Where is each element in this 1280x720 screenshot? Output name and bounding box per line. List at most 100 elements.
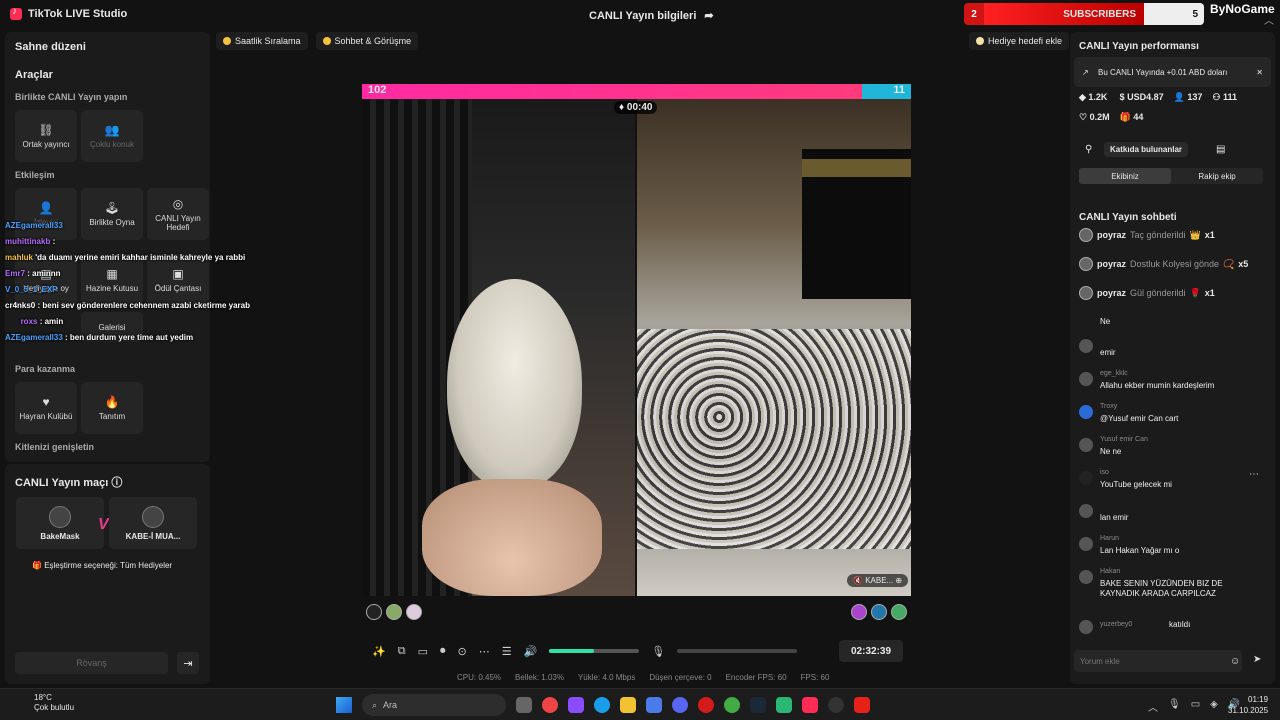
mail-icon[interactable] xyxy=(646,697,662,713)
add-source-icon[interactable]: ⧉ xyxy=(398,645,406,658)
perf-title: CANLI Yayın performansı xyxy=(1079,41,1199,52)
co-host-tool[interactable]: ⛓ Ortak yayıncı xyxy=(15,110,77,162)
teams-icon[interactable] xyxy=(568,697,584,713)
youtube-icon[interactable] xyxy=(854,697,870,713)
overlay-user: cr4nks0 xyxy=(5,301,36,310)
add-gift-goal-button[interactable]: Hediye hedefi ekle xyxy=(969,32,1070,50)
perf-stats: ◆ 1.2K $ USD4.87 👤 137 ⚇ 111 ♡ 0.2M 🎁 44 xyxy=(1079,92,1237,123)
volume-slider[interactable] xyxy=(549,649,640,653)
overlay-text: amin xyxy=(44,317,64,326)
avatar[interactable] xyxy=(406,604,422,620)
magic-wand-icon[interactable]: ✨ xyxy=(372,645,386,658)
avatar[interactable] xyxy=(891,604,907,620)
settings-sliders-icon[interactable]: ☰ xyxy=(502,645,512,658)
window-controls[interactable]: ︿ xyxy=(1264,12,1274,27)
message-text: Lan Hakan Yağar mı o xyxy=(1100,546,1180,555)
kaaba xyxy=(802,149,911,299)
stat-followers: ⚇ 111 xyxy=(1212,92,1237,102)
stat-value: 1.2K xyxy=(1088,92,1108,102)
taskbar-search[interactable]: ⌕ Ara xyxy=(362,694,506,716)
share-icon[interactable]: ➦ xyxy=(704,9,713,22)
send-icon[interactable]: ➤ xyxy=(1253,654,1261,665)
emoji-icon[interactable]: ☺ xyxy=(1230,656,1240,667)
avatar xyxy=(49,505,71,528)
discord-icon[interactable] xyxy=(672,697,688,713)
windows-start-icon[interactable] xyxy=(336,697,352,713)
tab-rival-team[interactable]: Rakip ekip xyxy=(1171,168,1263,184)
overlay-text: ben durdum yere time aut yedim xyxy=(69,333,194,342)
overlay-user: AZEgamerall33 xyxy=(5,221,63,230)
gift-user: poyraz xyxy=(1097,288,1127,298)
avatar[interactable] xyxy=(871,604,887,620)
window-title[interactable]: CANLI Yayın bilgileri ➦ xyxy=(589,9,714,23)
opponent-tag[interactable]: 🔇 KABE... ⊕ xyxy=(847,574,909,587)
taskbar-clock[interactable]: 01:19 31.10.2025 xyxy=(1228,694,1268,716)
earn-text: Bu CANLI Yayında +0.01 ABD doları xyxy=(1098,67,1228,77)
player-left-card[interactable]: BakeMask xyxy=(16,497,104,549)
crown-icon: 👑 xyxy=(1189,229,1201,240)
comment-input[interactable]: Yorum ekle xyxy=(1074,650,1242,672)
mic-icon[interactable]: 🎙 xyxy=(651,645,665,658)
chrome-icon[interactable] xyxy=(542,697,558,713)
volume-fill xyxy=(549,649,595,653)
obs-icon[interactable] xyxy=(828,697,844,713)
gift-count: x1 xyxy=(1204,288,1215,298)
match-option[interactable]: 🎁 Eşleştirme seçeneği: Tüm Hediyeler xyxy=(32,561,172,570)
gift-message: poyraz Taç gönderildi 👑 x1 xyxy=(1079,228,1215,242)
tab-your-team[interactable]: Ekibiniz xyxy=(1079,168,1171,184)
list-icon[interactable]: ▤ xyxy=(1216,144,1225,155)
overlay-user: roxs xyxy=(20,317,38,326)
chat-icon xyxy=(322,37,331,45)
avatar[interactable] xyxy=(366,604,382,620)
match-option-text: Eşleştirme seçeneği: Tüm Hediyeler xyxy=(44,561,173,570)
left-top-gifters xyxy=(366,604,422,620)
mic-tray-icon[interactable]: 🎙 xyxy=(1168,699,1181,714)
hourly-ranking-chip[interactable]: Saatlik Sıralama xyxy=(216,32,308,50)
overlay-msg: mahluk 'da duamı yerine emiri kahhar ism… xyxy=(5,250,280,266)
display-icon[interactable]: ▭ xyxy=(1191,699,1200,714)
exit-icon[interactable]: ⇥ xyxy=(177,652,199,674)
chip-label: Sohbet & Görüşme xyxy=(334,36,412,46)
player-right-card[interactable]: KABE-İ MUA... xyxy=(109,497,197,549)
player-name: BakeMask xyxy=(40,531,80,541)
multi-guest-tool[interactable]: 👥 Çoklu konuk xyxy=(81,110,143,162)
capture-icon[interactable]: ⊙ xyxy=(457,645,466,658)
overlay-msg: V_0_5_1_EXP xyxy=(5,282,280,298)
trophy-icon xyxy=(223,37,231,45)
chevron-up-icon[interactable]: ︿ xyxy=(1148,699,1158,714)
fan-club-tool[interactable]: ♥ Hayran Kulübü xyxy=(15,382,77,434)
more-icon[interactable]: ⋯ xyxy=(479,645,490,658)
opponent-video xyxy=(637,99,911,596)
contributors-button[interactable]: Katkıda bulunanlar xyxy=(1104,142,1189,157)
opera-icon[interactable] xyxy=(698,697,714,713)
layout-icon[interactable]: ▭ xyxy=(418,645,428,658)
promote-tool[interactable]: 🔥 Tanıtım xyxy=(81,382,143,434)
help-icon[interactable]: ⓘ xyxy=(111,477,122,489)
overlay-user: V_0_5_1_EXP xyxy=(5,285,58,294)
chrome-alt-icon[interactable] xyxy=(724,697,740,713)
avatar xyxy=(1079,537,1093,551)
speaker-icon[interactable]: 🔊 xyxy=(524,645,538,658)
score-left: 102 xyxy=(362,84,862,99)
message-text: katıldı xyxy=(1169,620,1191,629)
avatar[interactable] xyxy=(386,604,402,620)
edge-icon[interactable] xyxy=(594,697,610,713)
file-explorer-icon[interactable] xyxy=(620,697,636,713)
chat-call-chip[interactable]: Sohbet & Görüşme xyxy=(315,32,419,50)
weather-widget[interactable]: 18°C Çok bulutlu xyxy=(12,693,74,713)
avatar xyxy=(1079,471,1093,485)
network-icon[interactable]: ◈ xyxy=(1210,699,1218,714)
whatsapp-icon[interactable] xyxy=(776,697,792,713)
mic-level-slider[interactable] xyxy=(677,649,798,653)
tiktok-icon[interactable] xyxy=(802,697,818,713)
close-icon[interactable]: ✕ xyxy=(1256,68,1263,77)
task-view-icon[interactable] xyxy=(516,697,532,713)
record-icon[interactable]: ⏺ xyxy=(440,645,446,658)
more-options-icon[interactable]: ⋯ xyxy=(1249,469,1259,480)
rose-icon: 🌹 xyxy=(1189,287,1201,298)
avatar[interactable] xyxy=(851,604,867,620)
message-text: @Yusuf emir Can cart xyxy=(1100,414,1179,423)
rematch-button[interactable]: Rövanş xyxy=(15,652,168,674)
steam-icon[interactable] xyxy=(750,697,766,713)
people-icon[interactable]: ⚲ xyxy=(1085,144,1092,155)
